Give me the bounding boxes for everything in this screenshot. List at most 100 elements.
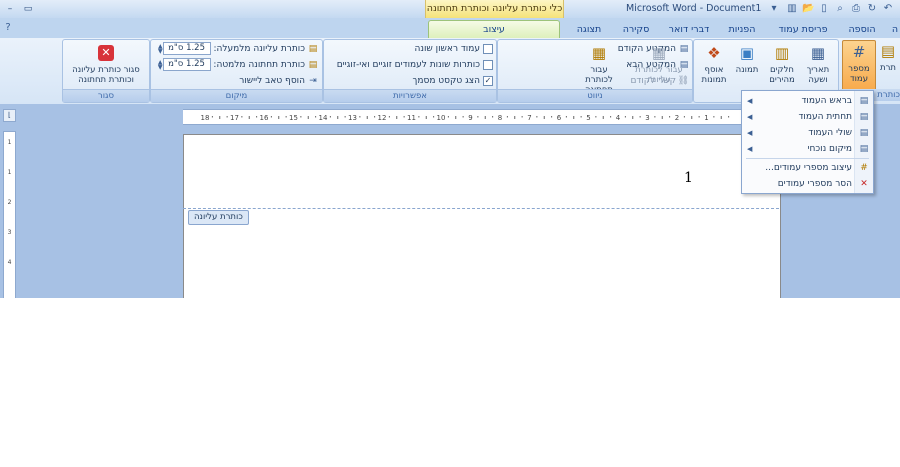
ruler-toggle-icon[interactable]: ⌊ xyxy=(3,109,16,122)
tab-review[interactable]: סקירה xyxy=(619,21,653,38)
quick-parts-button[interactable]: ▥ חלקים מהירים xyxy=(764,42,800,90)
restore-icon[interactable]: ▭ xyxy=(20,2,36,16)
menu-item-page-margins[interactable]: ▤ שולי העמוד ◀ xyxy=(742,125,873,141)
ruler-tick-mark xyxy=(278,116,280,119)
ruler-tick-mark xyxy=(433,116,435,118)
group-navigation: ▤המקטע הקודם ▤המקטע הבא ⛓קשר לקודם ▦ עבו… xyxy=(497,39,693,103)
show-document-text-checkbox[interactable]: ✓הצג טקסט מסמך xyxy=(413,74,493,88)
ruler-tick-mark xyxy=(728,116,730,118)
ruler-tick-label: 11 xyxy=(407,114,416,122)
footer-from-bottom-input[interactable]: 1.25 ס"מ xyxy=(162,58,211,71)
ruler-tick-mark xyxy=(669,116,671,118)
vruler-tick-label: 4 xyxy=(8,259,12,266)
tab-view[interactable]: תצוגה xyxy=(574,21,604,38)
menu-item-remove-page-numbers[interactable]: ✕ הסר מספרי עמודים xyxy=(742,176,873,192)
title-bar: – ▭ Microsoft Word - Document1 כלי כותרת… xyxy=(0,0,900,19)
vertical-ruler-ticks: 1 1 2 3 4 xyxy=(8,139,12,266)
chart-icon[interactable]: ▥ xyxy=(786,3,798,15)
qat-dropdown-icon[interactable]: ▾ xyxy=(768,3,780,15)
ruler-tick-mark xyxy=(506,116,508,118)
current-position-icon: ▤ xyxy=(859,144,869,154)
ruler-tick-mark xyxy=(565,116,567,118)
help-icon[interactable]: ? xyxy=(2,22,14,34)
ruler-tick-mark xyxy=(713,116,715,118)
tab-design[interactable]: עיצוב xyxy=(428,20,560,39)
new-icon[interactable]: ▯ xyxy=(818,3,830,15)
spinner-arrows-icon[interactable]: ▲ ▼ xyxy=(155,59,163,70)
different-odd-even-checkbox[interactable]: כותרות שונות לעמודים זוגיים ואי-זוגיים xyxy=(337,58,493,72)
ruler-tick-mark xyxy=(374,116,376,118)
header-partial-label: תרת xyxy=(880,63,896,73)
menu-item-current-position[interactable]: ▤ מיקום נוכחי ◀ xyxy=(742,141,873,157)
ruler-tick-label: 8 xyxy=(498,114,502,122)
ruler-tick-mark xyxy=(366,116,368,119)
vertical-ruler[interactable]: 1 1 2 3 4 xyxy=(3,131,16,298)
redo-icon[interactable]: ↻ xyxy=(866,3,878,15)
submenu-arrow-icon: ◀ xyxy=(747,145,753,153)
tab-references[interactable]: הפניות xyxy=(722,21,762,38)
goto-footer-button[interactable]: ▦ עבור לכותרת תחתונה xyxy=(576,42,622,95)
menu-item-format-page-numbers[interactable]: # עיצוב מספרי עמודים... xyxy=(742,160,873,176)
menu-item-label: מיקום נוכחי xyxy=(807,144,852,154)
print-preview-icon[interactable]: ⌕ xyxy=(834,3,846,15)
ruler-tick-label: 17 xyxy=(230,114,239,122)
ruler-tick-mark xyxy=(484,116,486,119)
page-number-field[interactable]: 1 xyxy=(684,170,693,186)
header-button-partial[interactable]: ▤ תרת xyxy=(876,40,900,88)
print-icon[interactable]: ⎙ xyxy=(850,3,862,15)
minimize-icon[interactable]: – xyxy=(2,2,18,16)
different-first-page-label: עמוד ראשון שונה xyxy=(414,44,480,54)
group-position: ▤כותרת עליונה מלמעלה: 1.25 ס"מ▲ ▼ ▤כותרת … xyxy=(150,39,323,103)
group-close: ✕ סגור כותרת עליונה וכותרת תחתונה סגור xyxy=(62,39,150,103)
tab-home-partial[interactable]: ה xyxy=(890,21,900,38)
ruler-tick-mark xyxy=(514,116,516,119)
vruler-tick-label: 1 xyxy=(8,139,12,146)
submenu-arrow-icon: ◀ xyxy=(747,97,753,105)
ruler-tick-mark xyxy=(285,116,287,118)
ruler-tick-mark xyxy=(315,116,317,118)
ruler-tick-mark xyxy=(477,116,479,118)
goto-header-button[interactable]: ▦ עבור לכותרת עליונה xyxy=(634,42,684,90)
remove-page-numbers-icon: ✕ xyxy=(860,179,868,189)
page-number-label: מספר עמוד xyxy=(848,64,870,84)
header-from-top-input[interactable]: 1.25 ס"מ xyxy=(162,42,211,55)
ruler-tick-label: 7 xyxy=(527,114,531,122)
checkbox[interactable] xyxy=(483,43,493,54)
document-page[interactable] xyxy=(183,134,781,298)
group-options: עמוד ראשון שונה כותרות שונות לעמודים זוג… xyxy=(323,39,497,103)
tab-page-layout[interactable]: פריסת עמוד xyxy=(775,21,831,38)
different-first-page-checkbox[interactable]: עמוד ראשון שונה xyxy=(414,42,493,56)
format-page-numbers-icon: # xyxy=(860,163,868,173)
menu-item-label: הסר מספרי עמודים xyxy=(777,179,852,189)
menu-item-bottom-of-page[interactable]: ▤ תחתית העמוד ◀ xyxy=(742,109,873,125)
ruler-tick-mark xyxy=(344,116,346,118)
checkbox[interactable] xyxy=(483,59,493,70)
spinner-arrows-icon[interactable]: ▲ ▼ xyxy=(155,43,163,54)
close-icon: ✕ xyxy=(98,45,114,61)
picture-button[interactable]: ▣ תמונה xyxy=(732,42,762,90)
page-bottom-icon: ▤ xyxy=(859,112,869,122)
checkbox-checked[interactable]: ✓ xyxy=(483,75,493,86)
ruler-tick-mark xyxy=(403,116,405,118)
insert-alignment-tab-button[interactable]: ⇥ הוסף טאב ליישור xyxy=(153,74,318,88)
group-label-position: מיקום xyxy=(151,89,322,102)
close-header-footer-button[interactable]: ✕ סגור כותרת עליונה וכותרת תחתונה xyxy=(66,42,146,90)
show-document-text-label: הצג טקסט מסמך xyxy=(412,76,480,86)
ruler-tick-mark xyxy=(388,116,390,118)
footer-position-icon: ▤ xyxy=(308,59,318,70)
open-icon[interactable]: 📂 xyxy=(802,3,814,15)
calendar-icon: ▦ xyxy=(810,44,826,62)
group-label-options: אפשרויות xyxy=(324,89,496,102)
ruler-tick-mark xyxy=(573,116,575,119)
clipart-button[interactable]: ❖ אוסף תמונות xyxy=(697,42,731,90)
horizontal-ruler[interactable]: 18 17 16 15 14 13 12 11 10 9 8 7 6 5 4 3 2 1 xyxy=(183,109,780,125)
date-time-button[interactable]: ▦ תאריך ושעה xyxy=(800,42,836,90)
undo-icon[interactable]: ↶ xyxy=(882,3,894,15)
quick-parts-icon: ▥ xyxy=(774,44,790,62)
tab-mailings[interactable]: דברי דואר xyxy=(666,21,712,38)
menu-separator xyxy=(746,158,869,159)
page-number-button[interactable]: # מספר עמוד xyxy=(842,40,876,92)
tab-insert[interactable]: הוספה xyxy=(845,21,879,38)
menu-item-top-of-page[interactable]: ▤ בראש העמוד ◀ xyxy=(742,93,873,109)
menu-item-label: שולי העמוד xyxy=(808,128,852,138)
